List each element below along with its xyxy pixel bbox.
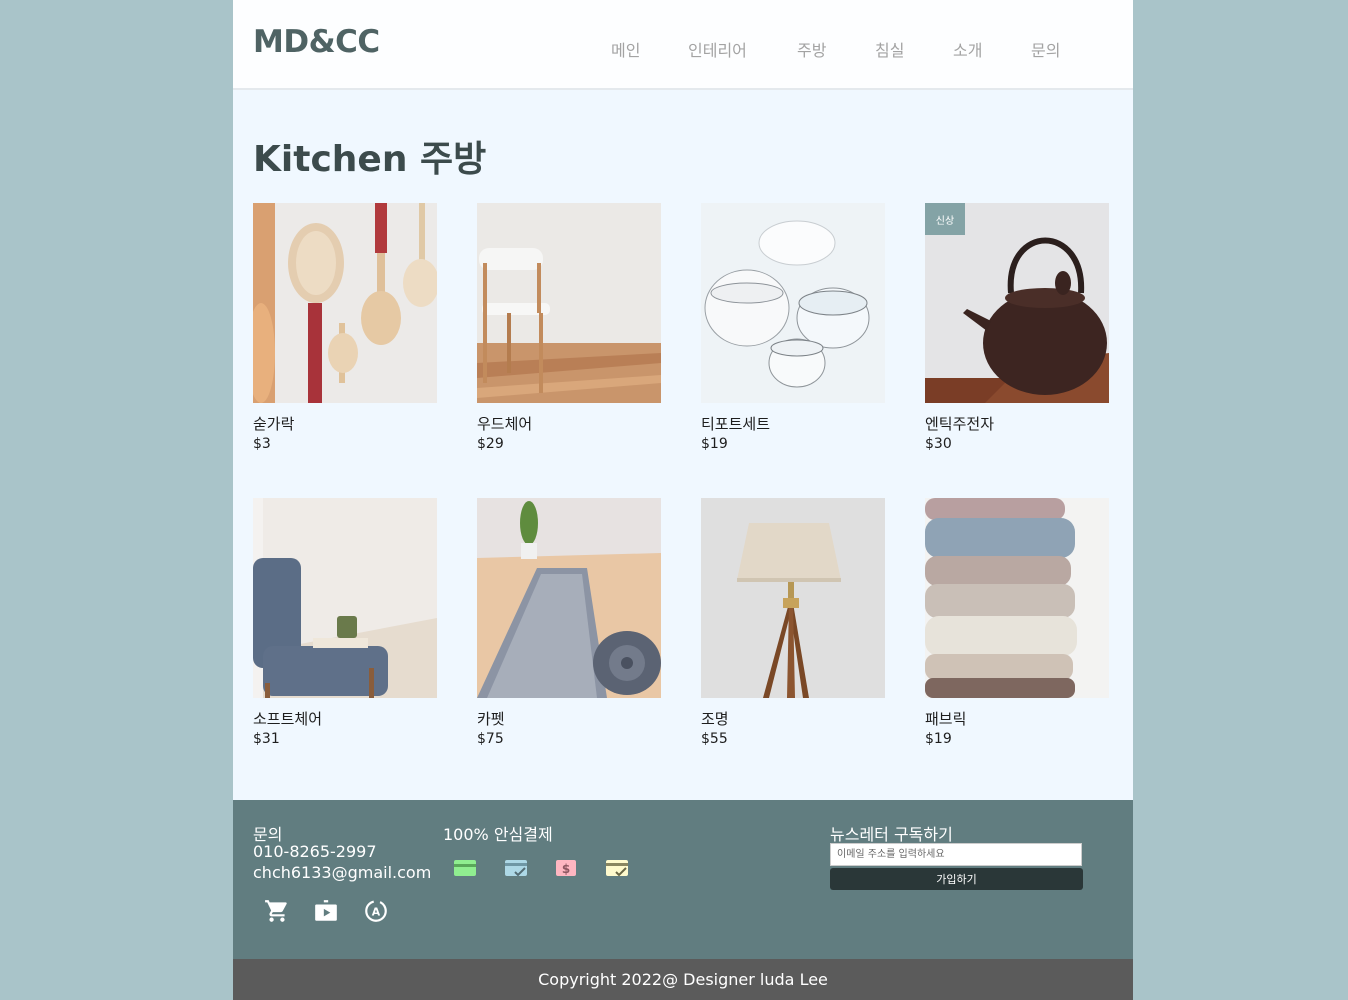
contact-email[interactable]: chch6133@gmail.com xyxy=(253,863,431,882)
newsletter-label: 뉴스레터 구독하기 xyxy=(830,825,953,844)
svg-text:$: $ xyxy=(562,862,570,876)
product-card[interactable]: 패브릭 $19 xyxy=(925,498,1109,758)
card-check-icon xyxy=(504,858,528,878)
product-price: $3 xyxy=(253,436,271,452)
antique-kettle-photo: 신상 xyxy=(925,203,1109,403)
nav-item-interior[interactable]: 인테리어 xyxy=(688,37,747,61)
payment-label: 100% 안심결제 xyxy=(443,825,553,844)
site-footer: 문의 010-8265-2997 chch6133@gmail.com A 10… xyxy=(233,800,1133,959)
translate-icon[interactable]: A xyxy=(363,898,389,924)
carpet-photo xyxy=(477,498,661,698)
product-price: $29 xyxy=(477,436,504,452)
copyright-text: Copyright 2022@ Designer luda Lee xyxy=(538,970,828,989)
product-name: 패브릭 xyxy=(925,710,967,728)
main-nav: 메인 인테리어 주방 침실 소개 문의 xyxy=(233,37,1133,61)
product-price: $55 xyxy=(701,731,728,747)
page: MD&CC 메인 인테리어 주방 침실 소개 문의 Kitchen 주방 숟가락… xyxy=(233,0,1133,1000)
product-card[interactable]: 숟가락 $3 xyxy=(253,203,437,463)
product-card[interactable]: 카펫 $75 xyxy=(477,498,661,758)
floor-lamp-photo xyxy=(701,498,885,698)
cart-icon[interactable] xyxy=(264,898,290,924)
product-card[interactable]: 티포트세트 $19 xyxy=(701,203,885,463)
product-card[interactable]: 소프트체어 $31 xyxy=(253,498,437,758)
new-badge: 신상 xyxy=(925,203,965,235)
teapot-set-photo xyxy=(701,203,885,403)
contact-phone: 010-8265-2997 xyxy=(253,842,377,861)
nav-item-main[interactable]: 메인 xyxy=(611,37,640,61)
product-price: $31 xyxy=(253,731,280,747)
newsletter-email-input[interactable] xyxy=(830,843,1082,866)
dollar-icon: $ xyxy=(554,858,578,878)
credit-card-icon xyxy=(453,858,477,878)
product-name: 티포트세트 xyxy=(701,415,771,433)
product-name: 소프트체어 xyxy=(253,710,323,728)
video-shop-icon[interactable] xyxy=(313,898,339,924)
nav-item-kitchen[interactable]: 주방 xyxy=(797,37,826,61)
product-card[interactable]: 조명 $55 xyxy=(701,498,885,758)
nav-item-bedroom[interactable]: 침실 xyxy=(875,37,904,61)
knit-fabric-photo xyxy=(925,498,1109,698)
nav-item-contact[interactable]: 문의 xyxy=(1031,37,1060,61)
product-price: $19 xyxy=(925,731,952,747)
product-price: $19 xyxy=(701,436,728,452)
product-card[interactable]: 우드체어 $29 xyxy=(477,203,661,463)
product-name: 우드체어 xyxy=(477,415,533,433)
product-price: $30 xyxy=(925,436,952,452)
product-name: 엔틱주전자 xyxy=(925,415,995,433)
page-title: Kitchen 주방 xyxy=(253,139,487,180)
product-price: $75 xyxy=(477,731,504,747)
svg-text:A: A xyxy=(372,905,381,918)
site-header: MD&CC 메인 인테리어 주방 침실 소개 문의 xyxy=(233,0,1133,90)
newsletter-subscribe-button[interactable]: 가입하기 xyxy=(830,868,1083,890)
card-verified-icon xyxy=(605,858,629,878)
product-card[interactable]: 신상 엔틱주전자 $30 xyxy=(925,203,1109,463)
product-name: 조명 xyxy=(701,710,729,728)
product-name: 숟가락 xyxy=(253,415,295,433)
nav-item-about[interactable]: 소개 xyxy=(953,37,982,61)
wooden-spoons-photo xyxy=(253,203,437,403)
soft-chair-photo xyxy=(253,498,437,698)
product-name: 카펫 xyxy=(477,710,505,728)
copyright-bar: Copyright 2022@ Designer luda Lee xyxy=(233,959,1133,1000)
wood-chair-photo xyxy=(477,203,661,403)
